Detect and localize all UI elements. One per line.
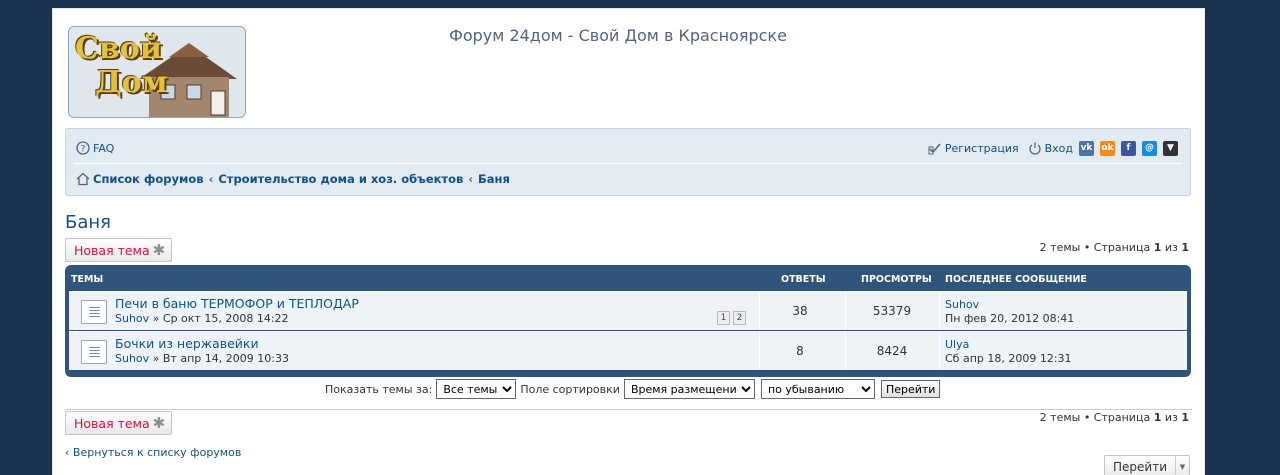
- sort-field-label: Поле сортировки: [520, 382, 620, 396]
- divider: [65, 409, 1192, 410]
- more-dropdown-icon[interactable]: ▼: [1163, 140, 1178, 156]
- table-row[interactable]: Печи в баню ТЕРМОФОР и ТЕПЛОДАР Suhov » …: [69, 291, 1187, 330]
- question-icon: ?: [76, 141, 90, 155]
- topic-meta: Suhov » Вт апр 14, 2009 10:33: [115, 352, 289, 365]
- last-post-author-link[interactable]: Suhov: [945, 298, 979, 311]
- topic-views: 8424: [876, 344, 908, 358]
- sort-order-select[interactable]: по убыванию: [760, 379, 875, 399]
- topic-author-link[interactable]: Suhov: [115, 312, 149, 325]
- topics-header: ТЕМЫ ОТВЕТЫ ПРОСМОТРЫ ПОСЛЕДНЕЕ СООБЩЕНИ…: [69, 265, 1187, 291]
- sort-go-button[interactable]: Перейти: [880, 380, 941, 398]
- topic-views: 53379: [872, 304, 912, 318]
- facebook-icon[interactable]: f: [1121, 140, 1136, 156]
- mailru-icon[interactable]: @: [1142, 140, 1157, 156]
- header-last-post: ПОСЛЕДНЕЕ СООБЩЕНИЕ: [945, 274, 1087, 285]
- pagination-bottom: 2 темы • Страница 1 из 1: [1039, 411, 1189, 424]
- chevron-down-icon: ▼: [1175, 456, 1189, 475]
- table-row[interactable]: Бочки из нержавейки Suhov » Вт апр 14, 2…: [69, 331, 1187, 370]
- navbar: ? FAQ Регистрация Вход vk ok f @ ▼ Списо…: [65, 128, 1191, 196]
- topic-meta: Suhov » Ср окт 15, 2008 14:22: [115, 312, 289, 325]
- breadcrumb-forum-index[interactable]: Список форумов: [93, 172, 204, 186]
- site-title: Форум 24дом - Свой Дом в Красноярске: [449, 26, 787, 45]
- last-post-author-link[interactable]: Ulya: [945, 338, 969, 351]
- jump-to-button[interactable]: Перейти ▼: [1104, 455, 1190, 475]
- back-to-forums-link[interactable]: ‹ Вернуться к списку форумов: [65, 446, 241, 459]
- login-link[interactable]: Вход: [1028, 141, 1073, 155]
- pagination-top: 2 темы • Страница 1 из 1: [1039, 241, 1189, 254]
- topic-last-post: Suhov Пн фев 20, 2012 08:41: [945, 298, 1074, 326]
- topic-last-post: Ulya Сб апр 18, 2009 12:31: [945, 338, 1072, 366]
- asterisk-icon: ✱: [152, 241, 166, 259]
- breadcrumb-separator: ‹: [208, 172, 214, 186]
- topic-read-icon: [81, 340, 107, 364]
- register-link[interactable]: Регистрация: [928, 141, 1019, 155]
- header-views: ПРОСМОТРЫ: [861, 274, 932, 285]
- vk-icon[interactable]: vk: [1079, 140, 1094, 156]
- page-wrapper: Свой Дом Форум 24дом - Свой Дом в Красно…: [52, 8, 1205, 475]
- topic-page-link[interactable]: 1: [717, 311, 730, 325]
- logo-text-bottom: Дом: [95, 65, 168, 100]
- topic-page-link[interactable]: 2: [733, 311, 746, 325]
- topic-author-link[interactable]: Suhov: [115, 352, 149, 365]
- breadcrumb-separator: ‹: [468, 172, 474, 186]
- show-topics-select[interactable]: Все темы: [436, 379, 517, 399]
- topic-date: » Вт апр 14, 2009 10:33: [152, 352, 289, 365]
- breadcrumb-banya[interactable]: Баня: [478, 172, 510, 186]
- show-topics-label: Показать темы за:: [325, 382, 433, 396]
- topic-replies: 38: [792, 304, 808, 318]
- breadcrumb-construction[interactable]: Строительство дома и хоз. объектов: [218, 172, 463, 186]
- new-topic-label: Новая тема: [74, 242, 150, 258]
- faq-link[interactable]: ? FAQ: [76, 141, 114, 155]
- site-logo[interactable]: Свой Дом: [68, 26, 246, 118]
- chevron-left-icon: ‹: [65, 446, 70, 459]
- last-post-date: Пн фев 20, 2012 08:41: [945, 312, 1075, 325]
- header-replies: ОТВЕТЫ: [781, 274, 826, 285]
- register-icon: [928, 143, 941, 155]
- new-topic-button-bottom[interactable]: Новая тема ✱: [65, 411, 172, 435]
- new-topic-label: Новая тема: [74, 415, 150, 431]
- new-topic-button[interactable]: Новая тема ✱: [65, 238, 172, 262]
- topic-title-link[interactable]: Бочки из нержавейки: [115, 336, 259, 351]
- faq-label: FAQ: [93, 141, 115, 155]
- logo-text-top: Свой: [75, 31, 162, 66]
- sort-field-select[interactable]: Время размещения: [623, 379, 755, 399]
- topic-read-icon: [81, 300, 107, 324]
- register-label: Регистрация: [944, 141, 1019, 155]
- topics-table: ТЕМЫ ОТВЕТЫ ПРОСМОТРЫ ПОСЛЕДНЕЕ СООБЩЕНИ…: [65, 265, 1191, 377]
- page-title[interactable]: Баня: [65, 212, 111, 233]
- sort-bar: Показать темы за: Все темы Поле сортиров…: [325, 379, 941, 399]
- breadcrumb: Список форумов ‹ Строительство дома и хо…: [76, 170, 1178, 188]
- asterisk-icon: ✱: [152, 414, 166, 432]
- topic-date: » Ср окт 15, 2008 14:22: [152, 312, 289, 325]
- header-topics: ТЕМЫ: [71, 274, 104, 285]
- odnoklassniki-icon[interactable]: ok: [1100, 140, 1115, 156]
- topic-title-link[interactable]: Печи в баню ТЕРМОФОР и ТЕПЛОДАР: [115, 296, 359, 311]
- topic-replies: 8: [796, 344, 804, 358]
- navbar-divider: [74, 163, 1182, 164]
- login-label: Вход: [1044, 141, 1073, 155]
- power-icon: [1028, 142, 1041, 155]
- last-post-date: Сб апр 18, 2009 12:31: [945, 352, 1072, 365]
- home-icon: [76, 172, 90, 186]
- svg-text:?: ?: [81, 145, 86, 155]
- topic-pages: 12: [714, 310, 746, 325]
